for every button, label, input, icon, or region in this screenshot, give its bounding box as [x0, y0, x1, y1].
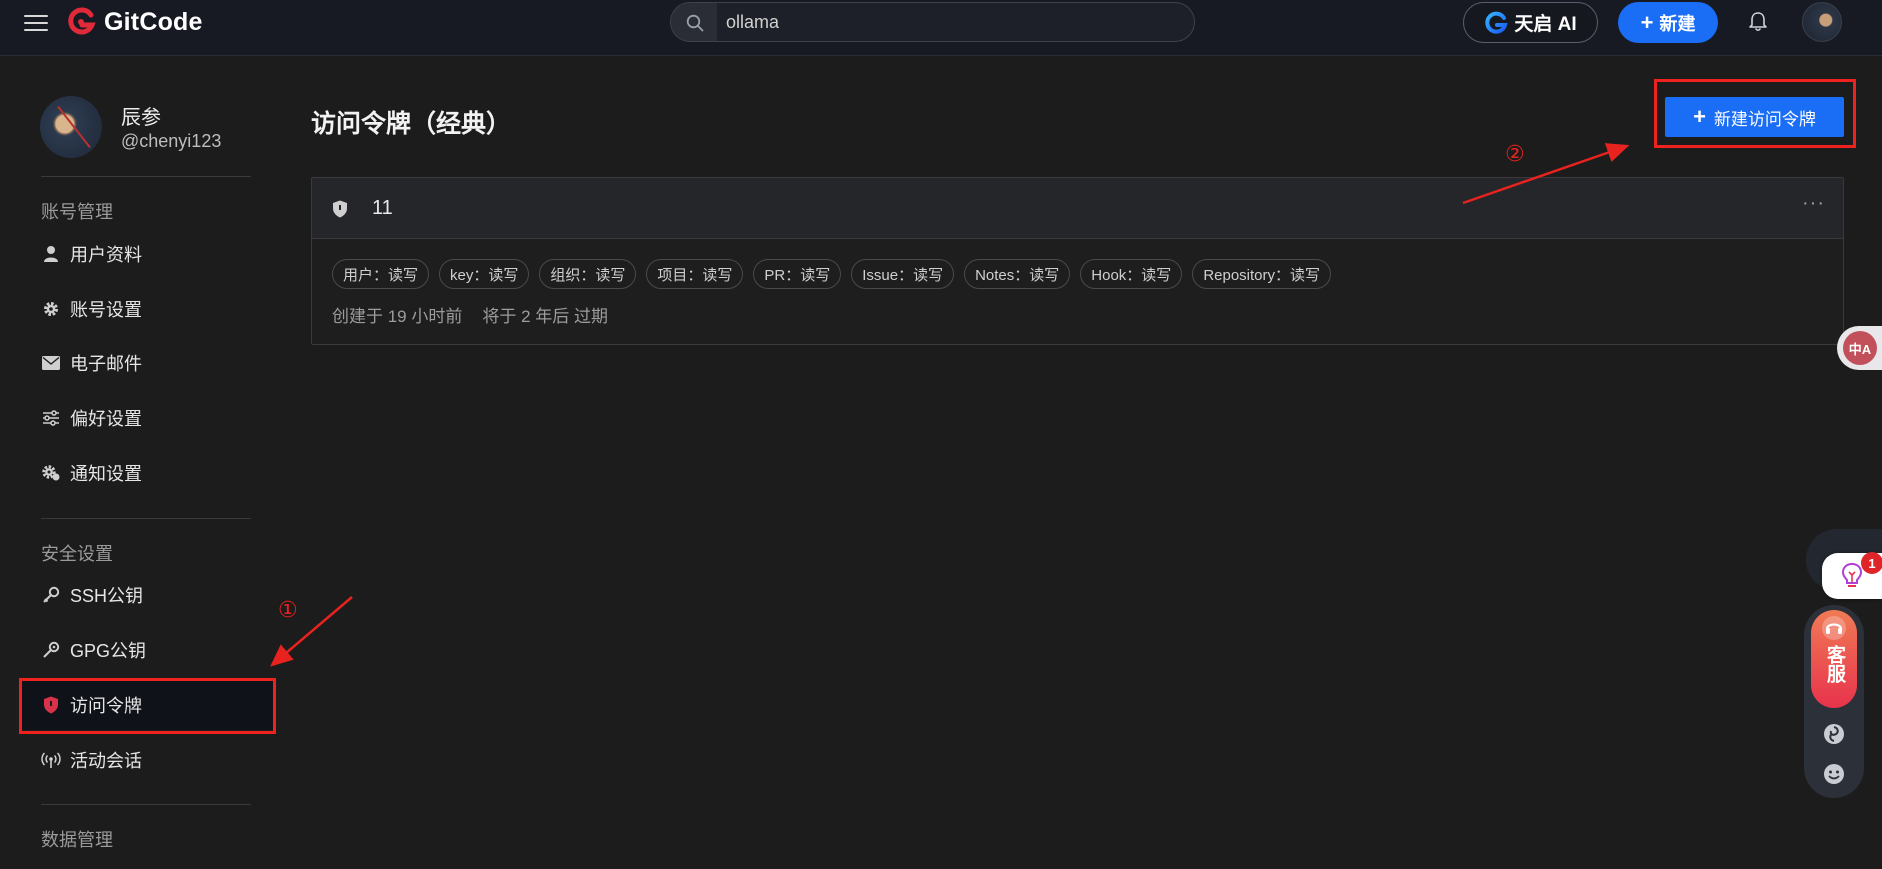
hamburger-menu-icon[interactable] [22, 9, 50, 37]
sidebar-divider [41, 176, 251, 177]
scope-tag: 项目：读写 [646, 259, 744, 289]
token-meta: 创建于 19 小时前 将于 2 年后 过期 [332, 302, 608, 327]
create-token-button[interactable]: + 新建访问令牌 [1665, 97, 1844, 137]
sidebar-item-email[interactable]: 电子邮件 [21, 338, 274, 388]
gear-icon [41, 299, 61, 319]
ai-button-label: 天启 AI [1514, 14, 1577, 35]
key-icon [41, 585, 61, 605]
sidebar-item-account-settings[interactable]: 账号设置 [21, 284, 274, 334]
annotation-arrows [270, 143, 1630, 667]
sidebar-item-label: 访问令牌 [70, 696, 142, 716]
sidebar-item-gpg-keys[interactable]: GPG公钥 [21, 625, 274, 675]
headset-icon [1822, 616, 1846, 640]
tianqi-ai-button[interactable]: 天启 AI [1463, 2, 1598, 43]
scope-tag: key：读写 [439, 259, 530, 289]
sidebar-item-label: SSH公钥 [70, 586, 144, 606]
token-scope-list: 用户：读写 key：读写 组织：读写 项目：读写 PR：读写 Issue：读写 … [332, 259, 1332, 289]
brand-name: GitCode [104, 7, 203, 36]
sidebar-item-notifications[interactable]: 通知设置 [21, 448, 274, 498]
token-name: 11 [372, 197, 393, 219]
scope-tag: 组织：读写 [539, 259, 637, 289]
sidebar-item-ssh-keys[interactable]: SSH公钥 [21, 570, 274, 620]
user-avatar[interactable] [1802, 2, 1842, 42]
customer-service-button[interactable]: 客服 [1811, 610, 1857, 708]
customer-service-bar: 客服 [1804, 605, 1864, 798]
scope-tag: Hook：读写 [1080, 259, 1183, 289]
token-created: 创建于 19 小时前 [332, 307, 463, 326]
top-navbar: GitCode 天启 AI + 新建 [0, 0, 1882, 56]
scope-tag: Notes：读写 [964, 259, 1071, 289]
sidebar-item-profile[interactable]: 用户资料 [21, 229, 274, 279]
scope-tag: PR：读写 [753, 259, 842, 289]
plus-icon: + [1640, 9, 1654, 35]
scope-tag: 用户：读写 [332, 259, 430, 289]
shield-icon [41, 695, 61, 715]
sidebar-item-label: 账号设置 [70, 300, 142, 320]
translate-button[interactable]: 中A [1837, 326, 1882, 370]
notification-count-badge: 1 [1861, 552, 1882, 574]
shield-icon [333, 200, 347, 218]
customer-service-label: 客服 [1824, 645, 1845, 683]
sidebar-item-label: 通知设置 [70, 464, 142, 484]
sidebar-item-label: 活动会话 [70, 751, 142, 771]
plus-icon: + [1693, 104, 1706, 129]
notification-gear-icon [41, 463, 61, 483]
lightbulb-icon [1841, 562, 1863, 587]
gitcode-logo[interactable]: GitCode [66, 6, 203, 38]
feedback-swirl-icon[interactable] [1822, 722, 1846, 746]
more-options-icon[interactable]: ··· [1802, 192, 1825, 215]
section-title-security: 安全设置 [41, 544, 113, 564]
profile-handle: @chenyi123 [121, 131, 222, 151]
token-card-header: 11 ··· [312, 178, 1843, 239]
sidebar-item-access-tokens[interactable]: 访问令牌 [21, 680, 274, 730]
sidebar-item-label: 偏好设置 [70, 409, 142, 429]
annotation-step-1: ① [278, 597, 298, 622]
smiley-icon[interactable] [1822, 762, 1846, 786]
search-icon[interactable] [671, 3, 717, 41]
scope-tag: Issue：读写 [851, 259, 955, 289]
sidebar-divider [41, 518, 251, 519]
sidebar-item-active-sessions[interactable]: 活动会话 [21, 735, 274, 785]
search-input[interactable] [726, 9, 1166, 35]
page-title: 访问令牌（经典） [311, 110, 512, 138]
create-token-label: 新建访问令牌 [1713, 109, 1816, 129]
section-title-data: 数据管理 [41, 830, 113, 850]
profile-avatar[interactable] [40, 96, 102, 158]
sidebar-item-label: 电子邮件 [70, 354, 142, 374]
sidebar-divider [41, 804, 251, 805]
mail-icon [41, 353, 61, 373]
annotation-step-2: ② [1505, 141, 1525, 166]
gitcode-logo-icon [68, 7, 96, 35]
broadcast-icon [41, 750, 61, 770]
user-icon [41, 244, 61, 264]
scope-tag: Repository：读写 [1192, 259, 1332, 289]
search-box[interactable] [670, 2, 1195, 42]
profile-name: 辰参 [121, 107, 161, 129]
new-button-label: 新建 [1659, 13, 1696, 34]
sidebar-item-label: 用户资料 [70, 245, 142, 265]
new-button[interactable]: + 新建 [1618, 2, 1718, 43]
token-expires: 将于 2 年后 过期 [482, 307, 608, 326]
sidebar-item-preferences[interactable]: 偏好设置 [21, 393, 274, 443]
section-title-account: 账号管理 [41, 202, 113, 222]
sliders-icon [41, 408, 61, 428]
ai-logo-icon [1485, 11, 1508, 34]
translate-icon: 中A [1843, 331, 1877, 365]
token-card: 11 ··· 用户：读写 key：读写 组织：读写 项目：读写 PR：读写 Is… [311, 177, 1844, 345]
sidebar-item-label: GPG公钥 [70, 641, 147, 661]
bell-icon[interactable] [1746, 10, 1770, 34]
wrench-key-icon [41, 640, 61, 660]
